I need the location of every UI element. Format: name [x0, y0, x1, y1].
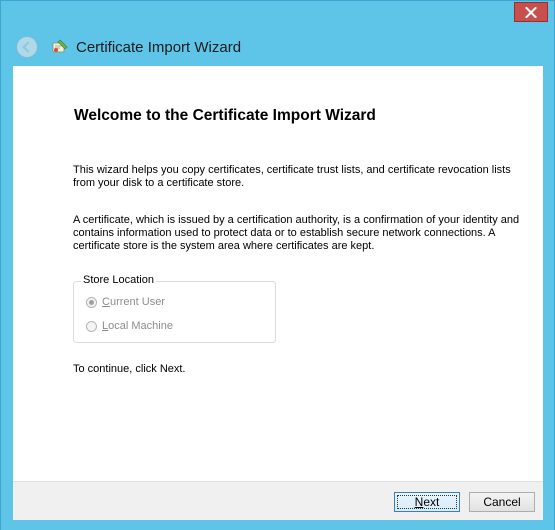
- cancel-button[interactable]: Cancel: [469, 492, 535, 512]
- current-user-radio[interactable]: [86, 296, 97, 308]
- intro-text: This wizard helps you copy certificates,…: [73, 164, 511, 189]
- wizard-window: Certificate Import Wizard Welcome to the…: [0, 0, 555, 530]
- wizard-footer: Next Cancel: [13, 481, 543, 520]
- page-heading: Welcome to the Certificate Import Wizard: [74, 107, 376, 124]
- store-location-label: Store Location: [81, 274, 156, 286]
- certificate-wizard-icon: [51, 38, 69, 56]
- close-button[interactable]: [514, 2, 548, 22]
- wizard-title: Certificate Import Wizard: [76, 38, 242, 56]
- next-button[interactable]: Next: [394, 492, 460, 512]
- local-machine-option[interactable]: Local Machine: [86, 320, 173, 332]
- focus-rectangle: [397, 495, 457, 509]
- continue-instruction: To continue, click Next.: [73, 363, 186, 375]
- local-machine-radio[interactable]: [86, 320, 97, 332]
- wizard-header: Certificate Import Wizard: [13, 31, 241, 63]
- back-arrow-icon[interactable]: [16, 36, 38, 58]
- current-user-label: Current User: [102, 296, 165, 308]
- close-x-icon: [525, 6, 537, 18]
- store-location-group: Store Location Current User Local Machin…: [73, 274, 276, 343]
- definition-text: A certificate, which is issued by a cert…: [73, 214, 520, 252]
- local-machine-label: Local Machine: [102, 320, 173, 332]
- current-user-option[interactable]: Current User: [86, 296, 165, 308]
- wizard-content: Welcome to the Certificate Import Wizard…: [13, 66, 543, 481]
